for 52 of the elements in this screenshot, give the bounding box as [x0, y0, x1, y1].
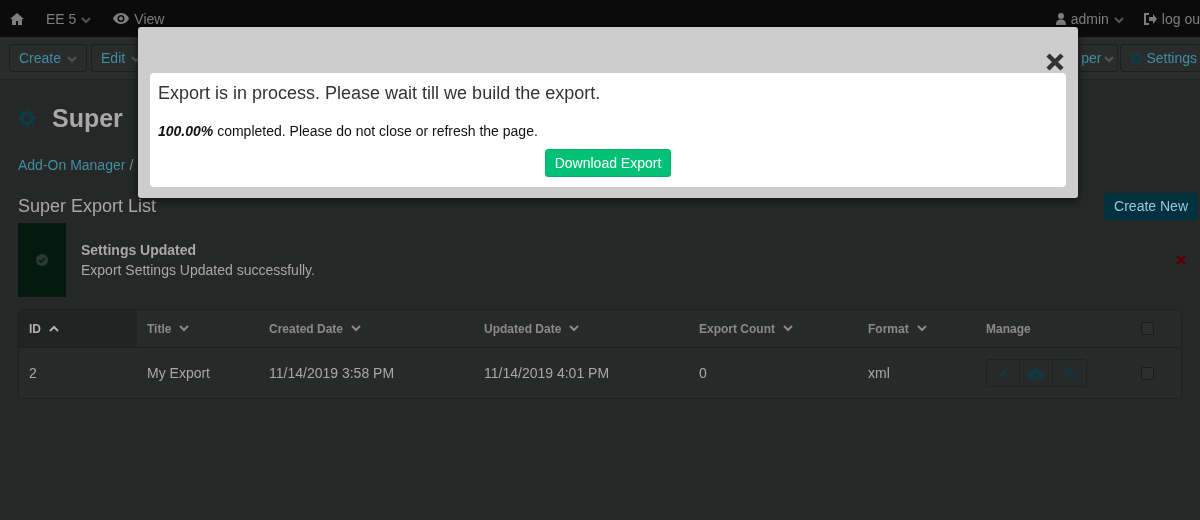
- person-icon: [1055, 12, 1066, 25]
- breadcrumb-separator: /: [129, 157, 134, 173]
- settings-button[interactable]: Settings: [1120, 44, 1200, 72]
- column-header[interactable]: Created Date: [259, 310, 474, 347]
- caret-down-icon: [351, 325, 362, 332]
- section-heading: Super Export List: [18, 195, 157, 217]
- close-button[interactable]: [1046, 53, 1064, 71]
- eye-icon: [113, 13, 130, 24]
- caret-down-icon: [81, 16, 92, 24]
- close-icon[interactable]: [1176, 255, 1186, 265]
- home-icon[interactable]: [10, 12, 24, 25]
- gear-icon: [18, 109, 36, 127]
- column-header[interactable]: Export Count: [689, 310, 858, 347]
- caret-down-icon: [569, 325, 580, 332]
- download-export-button[interactable]: Download Export: [544, 149, 672, 177]
- table-cell-text: 0: [698, 365, 708, 381]
- caret-down-icon: [1113, 16, 1124, 24]
- table-cell-text: 11/14/2019 4:01 PM: [483, 365, 611, 381]
- check-circle-icon: [36, 254, 48, 266]
- toolbar-menu[interactable]: Create: [9, 44, 88, 72]
- gear-icon: [1130, 51, 1144, 65]
- logout-link[interactable]: log ou: [1143, 10, 1200, 27]
- cloud-download-icon: [1028, 367, 1044, 379]
- user-menu[interactable]: admin: [1055, 10, 1124, 27]
- table-cell-text: xml: [867, 365, 891, 381]
- create-new-button[interactable]: Create New: [1104, 192, 1198, 220]
- column-header[interactable]: Title: [137, 310, 259, 347]
- edit-button[interactable]: [987, 360, 1020, 386]
- caret-down-icon: [783, 325, 793, 332]
- site-menu[interactable]: EE 5: [46, 10, 92, 27]
- alert-message: Export Settings Updated successfully.: [81, 261, 315, 280]
- link-icon: [1063, 367, 1076, 379]
- caret-down-icon: [1104, 56, 1115, 63]
- table-cell-text: 2: [28, 365, 38, 381]
- caret-down-icon: [916, 325, 927, 332]
- caret-down-icon: [179, 325, 190, 332]
- page-title: Super: [52, 103, 123, 133]
- caret-down-icon: [67, 56, 78, 63]
- column-header[interactable]: Manage: [976, 310, 1141, 347]
- export-message: Export is in process. Please wait till we build the export.: [158, 83, 602, 104]
- progress-message: 100.00% completed. Please do not close or refresh the page.: [158, 123, 539, 139]
- column-header[interactable]: Format: [858, 310, 976, 347]
- sign-out-icon: [1143, 12, 1157, 25]
- view-link[interactable]: View: [113, 10, 165, 27]
- table-cell-text: 11/14/2019 3:58 PM: [268, 365, 396, 381]
- pencil-icon: [997, 367, 1009, 379]
- column-header[interactable]: Updated Date: [474, 310, 689, 347]
- column-header[interactable]: ID: [19, 310, 137, 347]
- alert-title: Settings Updated: [81, 241, 198, 260]
- table-cell-text: My Export: [146, 365, 211, 381]
- caret-up-icon: [49, 325, 59, 332]
- breadcrumb-link[interactable]: Add-On Manager: [18, 157, 126, 173]
